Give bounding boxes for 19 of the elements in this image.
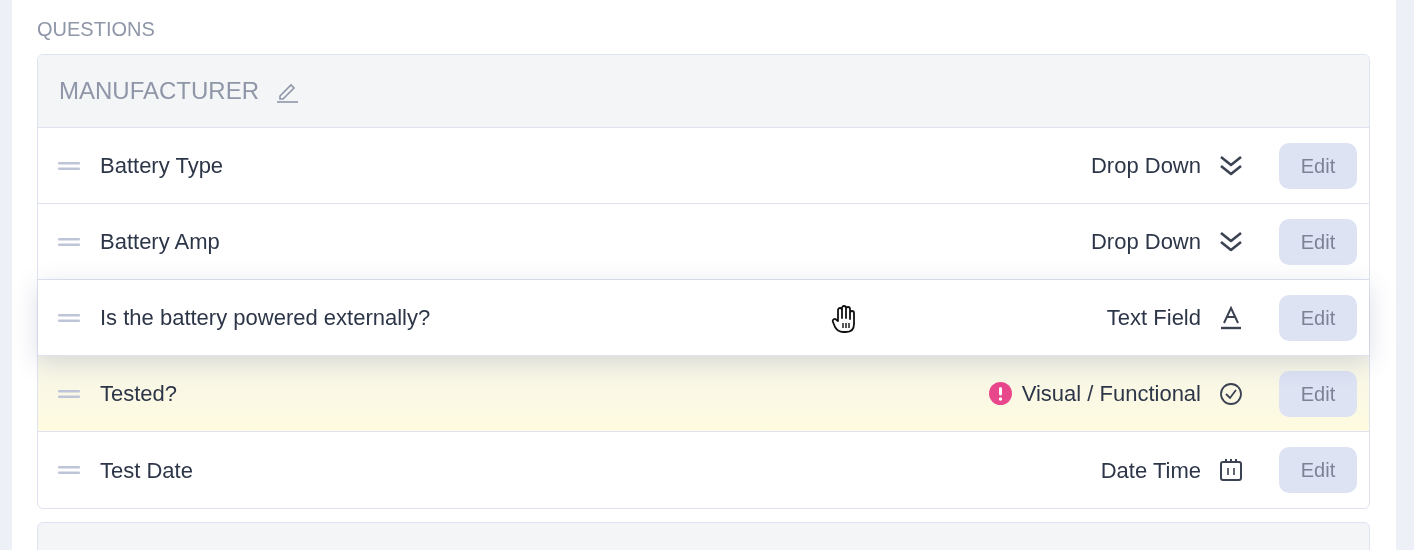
drag-handle-icon[interactable] [58,389,80,398]
question-row[interactable]: Tested? Visual / Functional Edit [38,356,1369,432]
question-label: Tested? [100,380,178,408]
question-type: Date Time [1100,456,1201,485]
question-type: Drop Down [1090,228,1201,256]
section-heading: QUESTIONS [37,17,156,41]
question-label: Test Date [100,456,193,485]
question-type: Text Field [1106,304,1201,332]
drag-handle-icon[interactable] [58,237,80,246]
group-title: MANUFACTURER [59,76,259,106]
drag-handle-icon[interactable] [58,161,80,170]
question-row[interactable]: Is the battery powered externally? Text Field Edit [38,280,1369,356]
question-label: Battery Amp [100,228,220,256]
question-label: Is the battery powered externally? [100,304,431,332]
drag-handle-icon[interactable] [58,313,80,322]
question-type: Drop Down [1090,152,1201,180]
question-label: Battery Type [100,152,224,180]
drag-handle-icon[interactable] [58,466,80,474]
question-type: Visual / Functional [1021,380,1201,408]
